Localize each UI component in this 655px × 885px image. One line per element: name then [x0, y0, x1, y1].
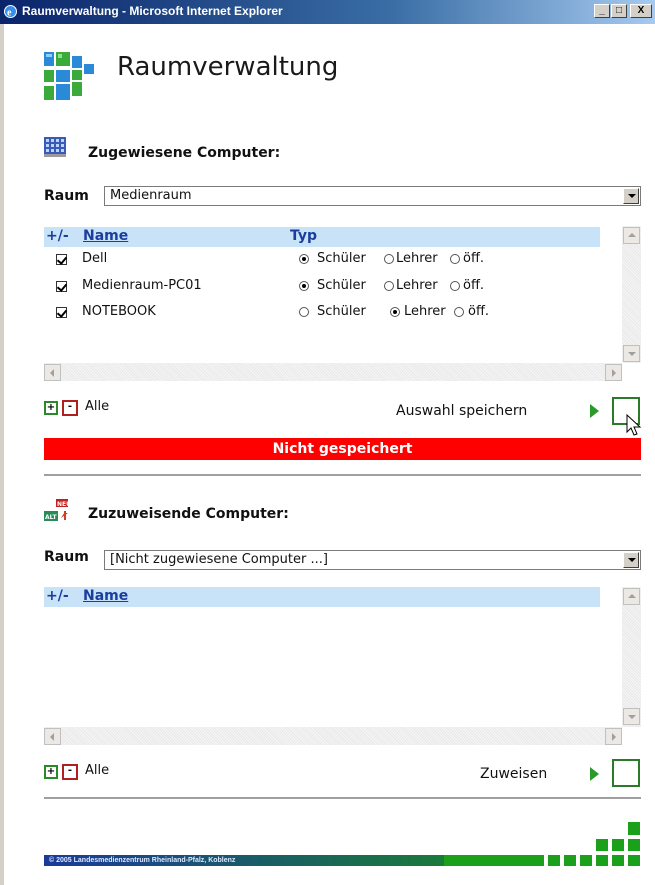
play-arrow-icon [590, 767, 599, 781]
window-frame-left [0, 24, 4, 885]
footer-square [580, 855, 592, 866]
assigned-heading: Zugewiesene Computer: [88, 145, 281, 161]
name-column-header[interactable]: Name [83, 588, 128, 604]
type-radio-oeff[interactable] [450, 254, 460, 264]
footer-square [628, 855, 640, 866]
raum-select-value: Medienraum [110, 188, 192, 203]
deselect-all-button[interactable]: - [62, 400, 78, 416]
type-label-schueler: Schüler [317, 251, 366, 266]
type-label-lehrer: Lehrer [396, 278, 438, 293]
row-checkbox[interactable] [56, 281, 67, 292]
scroll-left-button[interactable] [44, 364, 61, 381]
type-label-schueler: Schüler [317, 304, 366, 319]
assigned-horizontal-scrollbar[interactable] [44, 363, 622, 381]
scroll-left-button[interactable] [44, 728, 61, 745]
type-radio-oeff[interactable] [450, 281, 460, 291]
toggle-all-header[interactable]: +/- [46, 588, 69, 604]
select-all-button[interactable]: + [44, 401, 58, 415]
svg-text:NEU: NEU [57, 501, 71, 508]
type-radio-oeff[interactable] [454, 307, 464, 317]
footer-square [564, 855, 576, 866]
select-all-button[interactable]: + [44, 765, 58, 779]
row-checkbox[interactable] [56, 254, 67, 265]
to-assign-horizontal-scrollbar[interactable] [44, 727, 622, 745]
footer-square [628, 822, 640, 835]
raum-select-unassigned[interactable]: [Nicht zugewiesene Computer ...] [104, 550, 641, 570]
type-radio-lehrer[interactable] [384, 281, 394, 291]
page-title: Raumverwaltung [117, 52, 339, 82]
scroll-down-button[interactable] [623, 345, 640, 362]
table-row: Dell Schüler Lehrer öff. [44, 250, 600, 272]
type-label-schueler: Schüler [317, 278, 366, 293]
to-assign-heading: Zuzuweisende Computer: [88, 506, 289, 522]
assigned-vertical-scrollbar[interactable] [622, 226, 641, 363]
type-label-lehrer: Lehrer [396, 251, 438, 266]
to-assign-list-header: +/- Name [44, 587, 600, 607]
internet-explorer-icon: e [4, 5, 17, 19]
deselect-all-button[interactable]: - [62, 764, 78, 780]
svg-text:ALT: ALT [45, 514, 57, 521]
footer-square [628, 839, 640, 851]
type-label-lehrer: Lehrer [404, 304, 446, 319]
svg-text:e: e [7, 8, 12, 19]
type-label-oeff: öff. [468, 304, 490, 319]
mouse-cursor-icon [626, 414, 642, 436]
raumverwaltung-logo-icon [44, 52, 94, 100]
computer-name: NOTEBOOK [82, 304, 156, 319]
window-title: Raumverwaltung - Microsoft Internet Expl… [22, 4, 283, 18]
raum-label: Raum [44, 188, 89, 204]
raum-label: Raum [44, 549, 89, 565]
row-checkbox[interactable] [56, 307, 67, 318]
section-divider [44, 797, 641, 799]
play-arrow-icon [590, 404, 599, 418]
type-radio-schueler[interactable] [299, 281, 309, 291]
scroll-up-button[interactable] [623, 227, 640, 244]
footer-square [548, 855, 560, 866]
to-assign-vertical-scrollbar[interactable] [622, 587, 641, 727]
type-radio-lehrer[interactable] [390, 307, 400, 317]
assign-label: Zuweisen [480, 766, 548, 782]
type-radio-lehrer[interactable] [384, 254, 394, 264]
computer-name: Medienraum-PC01 [82, 278, 202, 293]
computer-grid-icon [44, 137, 66, 157]
footer-square [612, 855, 624, 866]
type-label-oeff: öff. [463, 251, 485, 266]
footer-bar [444, 855, 544, 866]
alle-label: Alle [85, 399, 110, 414]
type-radio-schueler[interactable] [299, 254, 309, 264]
maximize-button[interactable]: □ [611, 4, 627, 18]
type-label-oeff: öff. [463, 278, 485, 293]
assigned-list-header: +/- Name Typ [44, 227, 600, 247]
type-radio-schueler[interactable] [299, 307, 309, 317]
scroll-up-button[interactable] [623, 588, 640, 605]
toggle-all-header[interactable]: +/- [46, 228, 69, 244]
scroll-right-button[interactable] [605, 728, 622, 745]
dropdown-arrow-icon[interactable] [623, 188, 639, 204]
scroll-right-button[interactable] [605, 364, 622, 381]
footer-square [612, 839, 624, 851]
scroll-down-button[interactable] [623, 708, 640, 725]
table-row: NOTEBOOK Schüler Lehrer öff. [44, 303, 600, 325]
new-computer-icon: NEU ALT [44, 499, 71, 521]
dropdown-arrow-icon[interactable] [623, 552, 639, 568]
save-selection-label: Auswahl speichern [396, 403, 528, 419]
table-row: Medienraum-PC01 Schüler Lehrer öff. [44, 277, 600, 299]
raum-select[interactable]: Medienraum [104, 186, 641, 206]
window-titlebar: e Raumverwaltung - Microsoft Internet Ex… [0, 0, 655, 24]
alle-label: Alle [85, 763, 110, 778]
minimize-button[interactable]: _ [594, 4, 610, 18]
section-divider [44, 474, 641, 476]
window-frame-right [645, 24, 655, 885]
footer-copyright: © 2005 Landesmedienzentrum Rheinland-Pfa… [44, 855, 444, 866]
footer-square [596, 855, 608, 866]
close-button[interactable]: X [630, 4, 652, 18]
type-column-header: Typ [290, 228, 318, 244]
footer-square [596, 839, 608, 851]
name-column-header[interactable]: Name [83, 228, 128, 244]
status-badge: Nicht gespeichert [44, 438, 641, 460]
computer-name: Dell [82, 251, 108, 266]
raum-select-value: [Nicht zugewiesene Computer ...] [110, 552, 328, 567]
assign-button[interactable] [612, 759, 640, 787]
